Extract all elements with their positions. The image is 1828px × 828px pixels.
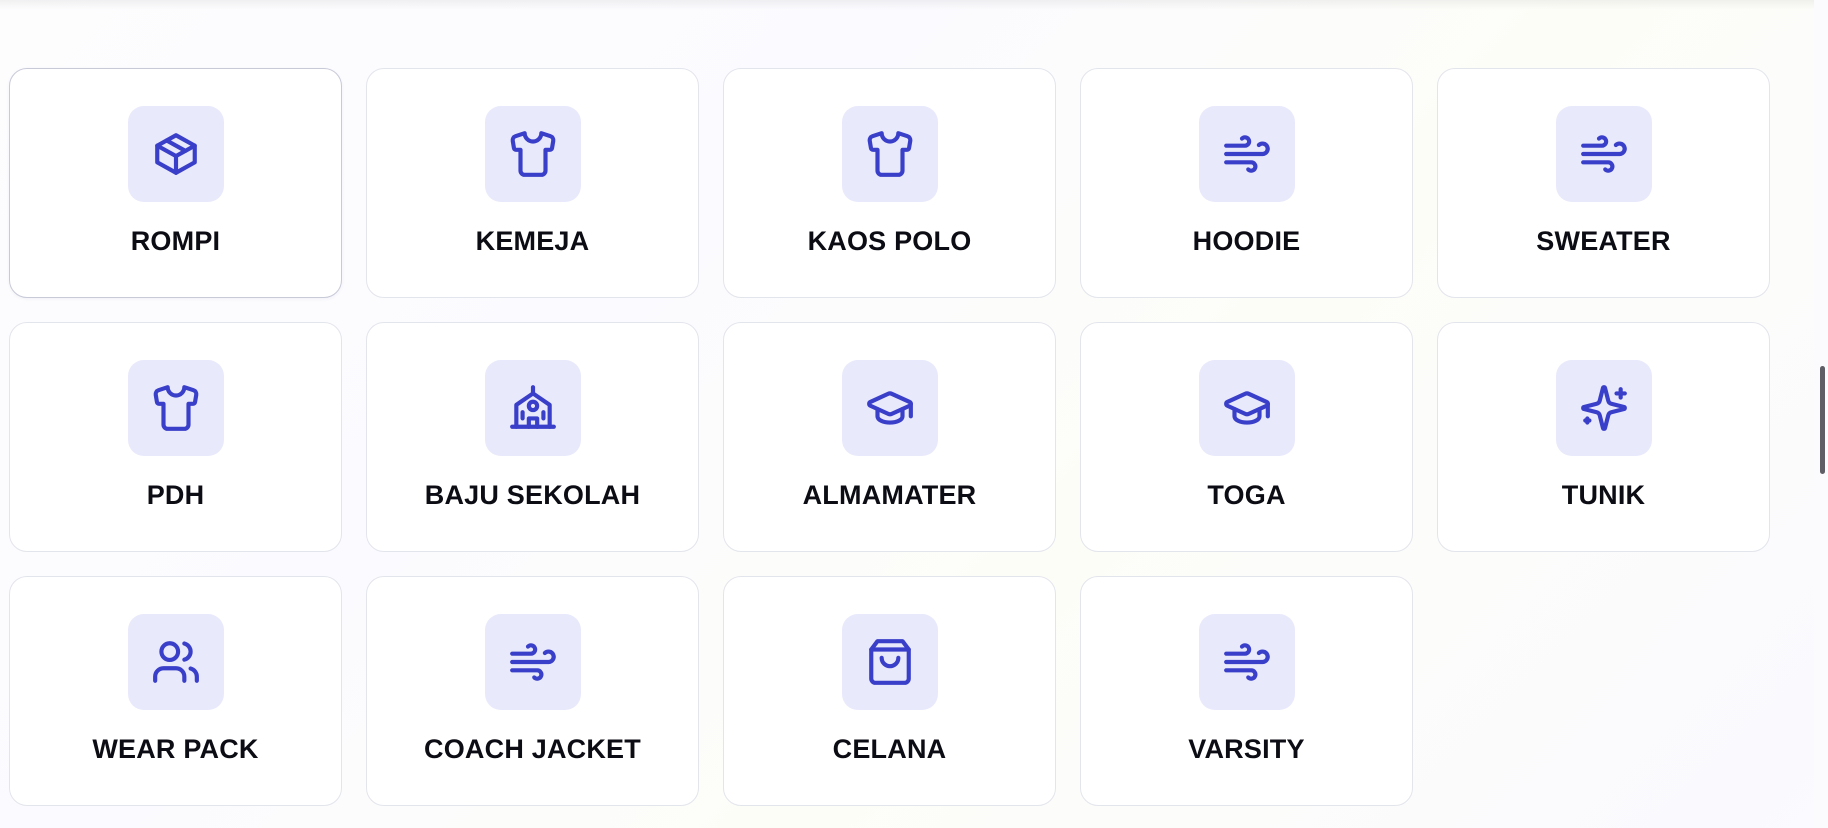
category-card-kaos-polo[interactable]: KAOS POLO bbox=[723, 68, 1056, 298]
category-label: ROMPI bbox=[130, 226, 221, 256]
category-card-tunik[interactable]: TUNIK bbox=[1437, 322, 1770, 552]
category-card-coach-jacket[interactable]: COACH JACKET bbox=[366, 576, 699, 806]
category-label: BAJU SEKOLAH bbox=[424, 480, 641, 510]
category-card-hoodie[interactable]: HOODIE bbox=[1080, 68, 1413, 298]
category-card-almamater[interactable]: ALMAMATER bbox=[723, 322, 1056, 552]
wind-icon bbox=[1198, 614, 1295, 710]
shirt-icon bbox=[841, 106, 938, 202]
category-card-wear-pack[interactable]: WEAR PACK bbox=[9, 576, 342, 806]
wind-icon bbox=[484, 614, 581, 710]
category-card-rompi[interactable]: ROMPI bbox=[9, 68, 342, 298]
header-shadow bbox=[0, 0, 1814, 10]
scrollbar[interactable] bbox=[1814, 0, 1828, 828]
category-label: ALMAMATER bbox=[802, 480, 977, 510]
category-card-varsity[interactable]: VARSITY bbox=[1080, 576, 1413, 806]
graduation-cap-icon bbox=[1198, 360, 1295, 456]
shopping-bag-icon bbox=[841, 614, 938, 710]
school-icon bbox=[484, 360, 581, 456]
wind-icon bbox=[1555, 106, 1652, 202]
category-label: TUNIK bbox=[1561, 480, 1646, 510]
category-card-toga[interactable]: TOGA bbox=[1080, 322, 1413, 552]
category-label: TOGA bbox=[1207, 480, 1286, 510]
category-label: KEMEJA bbox=[475, 226, 590, 256]
category-label: VARSITY bbox=[1188, 734, 1305, 764]
shirt-icon bbox=[127, 360, 224, 456]
category-grid: ROMPI KEMEJA KAOS POLO HOODIE SWEATER PD… bbox=[9, 68, 1770, 806]
category-label: CELANA bbox=[832, 734, 947, 764]
users-icon bbox=[127, 614, 224, 710]
sparkles-icon bbox=[1555, 360, 1652, 456]
category-card-celana[interactable]: CELANA bbox=[723, 576, 1056, 806]
category-label: COACH JACKET bbox=[424, 734, 641, 764]
category-card-baju-sekolah[interactable]: BAJU SEKOLAH bbox=[366, 322, 699, 552]
wind-icon bbox=[1198, 106, 1295, 202]
category-label: KAOS POLO bbox=[807, 226, 972, 256]
category-card-sweater[interactable]: SWEATER bbox=[1437, 68, 1770, 298]
category-label: SWEATER bbox=[1536, 226, 1671, 256]
category-label: PDH bbox=[146, 480, 205, 510]
scrollbar-thumb[interactable] bbox=[1820, 366, 1825, 474]
category-label: WEAR PACK bbox=[92, 734, 259, 764]
graduation-cap-icon bbox=[841, 360, 938, 456]
package-icon bbox=[127, 106, 224, 202]
category-card-kemeja[interactable]: KEMEJA bbox=[366, 68, 699, 298]
category-card-pdh[interactable]: PDH bbox=[9, 322, 342, 552]
category-label: HOODIE bbox=[1192, 226, 1301, 256]
shirt-icon bbox=[484, 106, 581, 202]
